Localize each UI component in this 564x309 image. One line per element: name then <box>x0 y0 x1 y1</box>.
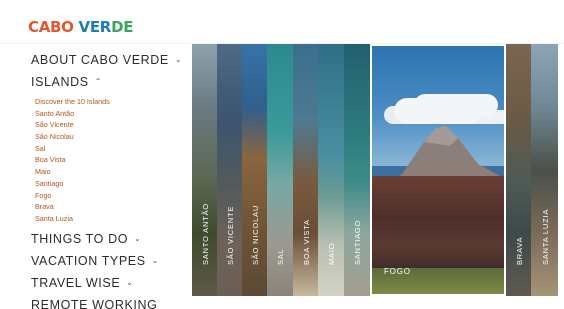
panel-label: FOGO <box>384 267 411 276</box>
panel-sao-nicolau[interactable]: SÃO NICOLAU <box>242 44 267 296</box>
nav-islands-label: ISLANDS <box>31 75 89 89</box>
sidebar-nav: ABOUT CABO VERDE ⌄ ISLANDS ⌃ Discover the … <box>0 44 190 309</box>
submenu-boa-vista[interactable]: Boa Vista <box>35 154 110 166</box>
nav-remote-working[interactable]: REMOTE WORKING <box>31 298 157 309</box>
right-margin <box>558 44 564 296</box>
panel-label: SANTO ANTÃO <box>200 202 210 265</box>
panel-label: SÃO VICENTE <box>225 205 235 265</box>
panel-label: BRAVA <box>514 236 524 265</box>
header: CABO VERDE <box>0 0 564 44</box>
submenu-sao-nicolau[interactable]: São Nicolau <box>35 131 110 143</box>
submenu-fogo[interactable]: Fogo <box>35 190 110 202</box>
panel-sal[interactable]: SAL <box>267 44 293 296</box>
chevron-up-icon: ⌃ <box>94 77 103 86</box>
panel-maio[interactable]: MAIO <box>318 44 344 296</box>
chevron-down-icon: ⌄ <box>151 256 159 265</box>
nav-about-label: ABOUT CABO VERDE <box>31 53 169 67</box>
submenu-sao-vicente[interactable]: São Vicente <box>35 119 110 131</box>
cabo-verde-logo[interactable]: CABO VERDE <box>28 18 133 36</box>
islands-gallery: SANTO ANTÃO SÃO VICENTE SÃO NICOLAU SAL … <box>192 44 558 296</box>
panel-label: SAL <box>276 248 285 265</box>
nav-vacation-types[interactable]: VACATION TYPES ⌄ <box>31 254 159 268</box>
panel-fogo-active[interactable]: FOGO <box>370 44 506 296</box>
nav-travel-wise[interactable]: TRAVEL WISE ⌄ <box>31 276 134 290</box>
submenu-santiago[interactable]: Santiago <box>35 178 110 190</box>
logo-text-de: DE <box>111 18 134 36</box>
panel-santo-antao[interactable]: SANTO ANTÃO <box>192 44 217 296</box>
panel-label: SÃO NICOLAU <box>250 204 260 265</box>
logo-text-cabo: CABO <box>28 18 74 36</box>
islands-submenu: Discover the 10 Islands Santo Antão São … <box>35 96 110 225</box>
panel-label: MAIO <box>327 242 336 265</box>
submenu-discover-islands[interactable]: Discover the 10 Islands <box>35 96 110 108</box>
submenu-santa-luzia[interactable]: Santa Luzia <box>35 213 110 225</box>
panel-sao-vicente[interactable]: SÃO VICENTE <box>217 44 242 296</box>
nav-islands[interactable]: ISLANDS ⌃ <box>31 75 102 89</box>
submenu-maio[interactable]: Maio <box>35 166 110 178</box>
submenu-sal[interactable]: Sal <box>35 143 110 155</box>
panel-santa-luzia[interactable]: SANTA LUZIA <box>531 44 558 296</box>
chevron-down-icon: ⌄ <box>174 55 183 64</box>
nav-things-label: THINGS TO DO <box>31 232 129 246</box>
logo-text-ver: VER <box>78 18 112 36</box>
chevron-down-icon: ⌄ <box>126 278 134 287</box>
panel-label: BOA VISTA <box>301 219 311 265</box>
submenu-santo-antao[interactable]: Santo Antão <box>35 108 110 120</box>
nav-remote-label: REMOTE WORKING <box>31 298 158 309</box>
nav-travel-label: TRAVEL WISE <box>31 276 121 290</box>
panel-label: SANTA LUZIA <box>540 208 550 265</box>
nav-vacation-label: VACATION TYPES <box>31 254 146 268</box>
panel-label: SANTIAGO <box>353 219 362 265</box>
nav-things-to-do[interactable]: THINGS TO DO ⌄ <box>31 232 141 246</box>
nav-about-cabo-verde[interactable]: ABOUT CABO VERDE ⌄ <box>31 53 182 67</box>
panel-santiago[interactable]: SANTIAGO <box>344 44 370 296</box>
panel-brava[interactable]: BRAVA <box>506 44 531 296</box>
chevron-down-icon: ⌄ <box>134 234 142 243</box>
submenu-brava[interactable]: Brava <box>35 201 110 213</box>
panel-boa-vista[interactable]: BOA VISTA <box>293 44 318 296</box>
